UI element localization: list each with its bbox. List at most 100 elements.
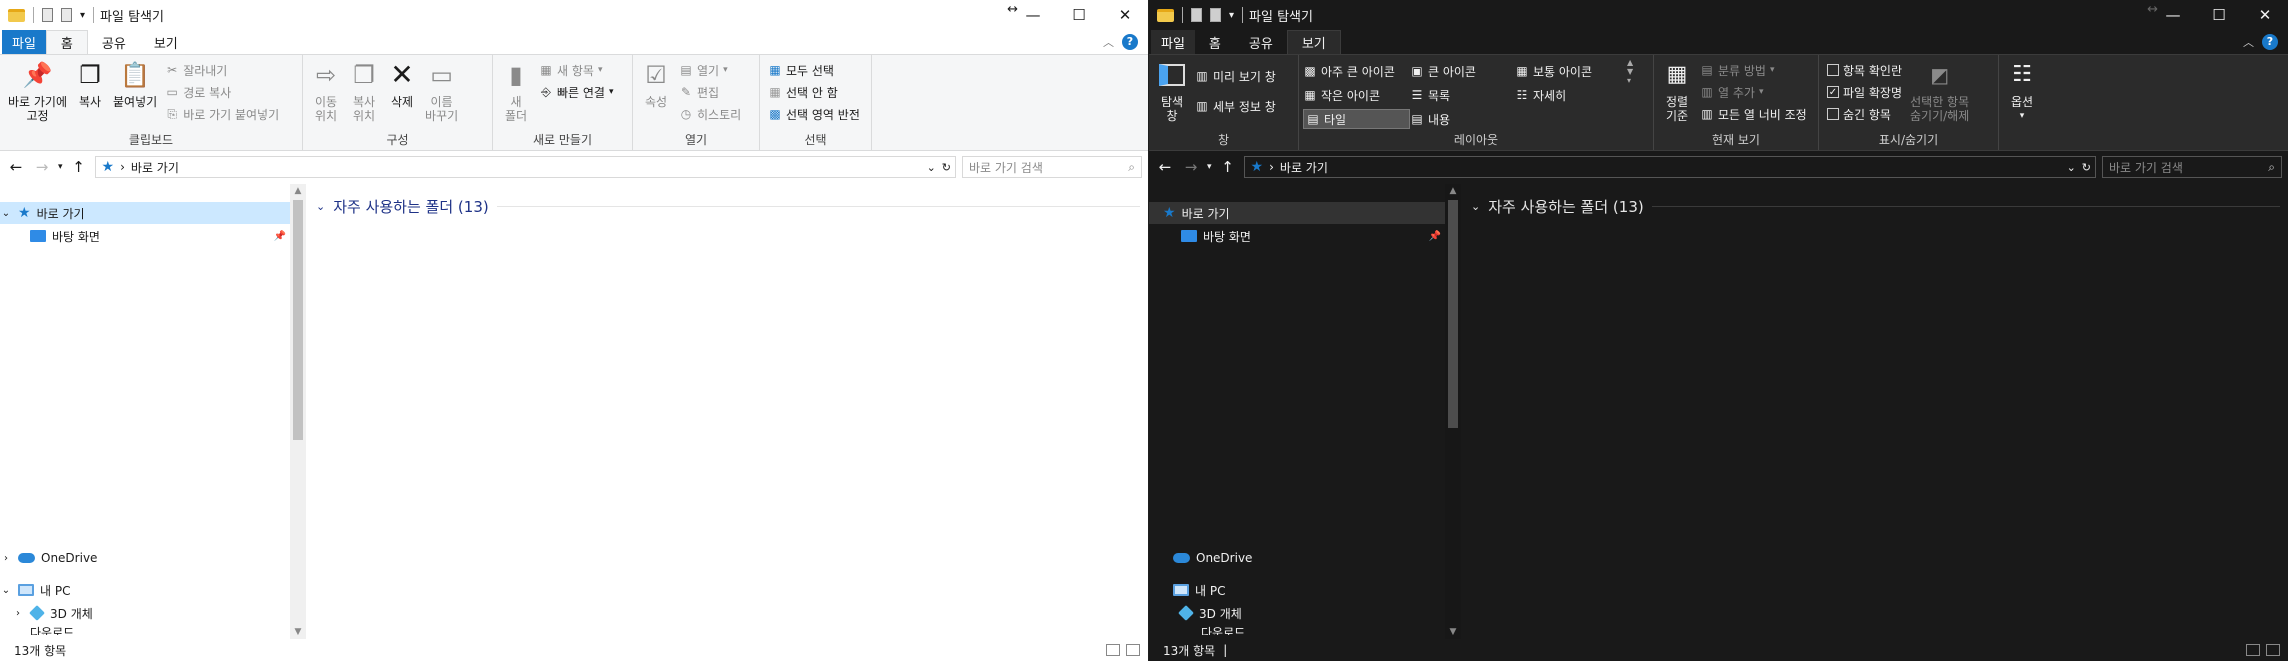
scroll-down-icon[interactable]: ▼ [290,627,306,637]
layout-tiles[interactable]: ▤ 타일 [1303,109,1410,129]
nav-item-desktop[interactable]: 바탕 화면 📌 [1149,225,1445,247]
recent-locations-icon[interactable]: ▾ [58,162,63,172]
group-by-button[interactable]: ▤ 분류 방법 ▾ [1700,60,1807,80]
layout-medium-icons[interactable]: ▦ 보통 아이콘 [1515,61,1625,81]
delete-button[interactable]: ✕ 삭제 [383,58,421,132]
properties-quick-access-icon[interactable] [42,8,53,22]
chevron-down-icon[interactable]: ⌄ [316,200,325,213]
copy-path-button[interactable]: ▭ 경로 복사 [165,82,279,102]
copy-button[interactable]: ❐ 복사 [71,58,109,132]
large-icons-view-icon[interactable] [2266,644,2280,656]
tab-view[interactable]: 보기 [1286,30,1341,54]
help-icon[interactable]: ? [1122,34,1138,50]
frequent-folders-header[interactable]: ⌄ 자주 사용하는 폴더 (13) [316,196,1140,217]
nav-item-this-pc[interactable]: 내 PC [1149,579,1445,601]
close-button[interactable]: ✕ [2242,0,2288,30]
nav-scrollbar[interactable]: ▲ ▼ [1445,184,1461,639]
back-arrow-icon[interactable]: ← [6,158,26,176]
scroll-down-icon[interactable]: ▼ [1445,627,1461,637]
layout-large-icons[interactable]: ▣ 큰 아이콘 [1410,61,1515,81]
copy-to-button[interactable]: ❐ 복사 위치 [345,58,383,132]
layout-list[interactable]: ☰ 목록 [1410,85,1515,105]
history-button[interactable]: ◷ 히스토리 [679,104,741,124]
scrollbar-thumb[interactable] [1448,200,1458,428]
nav-item-quick-access[interactable]: ★ 바로 가기 [1149,202,1445,224]
item-checkboxes-toggle[interactable]: 항목 확인란 [1827,60,1902,80]
gallery-down-icon[interactable]: ▼ [1627,67,1633,76]
back-arrow-icon[interactable]: ← [1155,158,1175,176]
pin-quick-access-button[interactable]: 📌 바로 가기에 고정 [4,58,71,132]
sort-by-button[interactable]: ▦ 정렬 기준 [1658,58,1696,132]
nav-item-3d-objects[interactable]: › 3D 개체 [0,602,290,624]
help-icon[interactable]: ? [2262,34,2278,50]
tab-file[interactable]: 파일 [2,30,46,54]
content-pane[interactable]: ⌄ 자주 사용하는 폴더 (13) [1461,184,2288,639]
gallery-up-icon[interactable]: ▲ [1627,58,1633,67]
refresh-icon[interactable]: ↻ [2082,161,2091,174]
nav-item-downloads[interactable]: 다운로드 [1149,624,1445,635]
forward-arrow-icon[interactable]: → [1181,158,1201,176]
properties-button[interactable]: ☑ 속성 [637,58,675,132]
move-to-button[interactable]: ⇨ 이동 위치 [307,58,345,132]
nav-item-3d-objects[interactable]: 3D 개체 [1149,602,1445,624]
navigation-pane-button[interactable]: 탐색 창 [1153,58,1191,132]
cut-button[interactable]: ✂ 잘라내기 [165,60,279,80]
details-pane-button[interactable]: ▥ 세부 정보 창 [1195,96,1276,116]
checkbox-unchecked-icon[interactable] [1827,64,1839,76]
collapse-ribbon-icon[interactable]: ︿ [1103,34,1114,50]
invert-selection-button[interactable]: ▩ 선택 영역 반전 [768,104,860,124]
frequent-folders-header[interactable]: ⌄ 자주 사용하는 폴더 (13) [1471,196,2280,217]
tab-file[interactable]: 파일 [1151,30,1195,54]
nav-item-quick-access[interactable]: ⌄ ★ 바로 가기 [0,202,290,224]
minimize-button[interactable]: — [1010,0,1056,30]
up-arrow-icon[interactable]: ↑ [1218,158,1238,176]
checkbox-unchecked-icon[interactable] [1827,108,1839,120]
maximize-button[interactable]: ☐ [2196,0,2242,30]
address-bar[interactable]: ★ › 바로 가기 ⌄ ↻ [1243,156,2096,178]
search-input[interactable]: 바로 가기 검색 ⌕ [962,156,1142,178]
preview-pane-button[interactable]: ▥ 미리 보기 창 [1195,66,1276,86]
easy-access-button[interactable]: ⎆ 빠른 연결 ▾ [539,82,613,102]
tab-home[interactable]: 홈 [45,30,88,54]
new-folder-quick-access-icon[interactable] [61,8,72,22]
customize-quick-access-icon[interactable]: ▾ [80,10,85,21]
close-button[interactable]: ✕ [1102,0,1148,30]
open-button[interactable]: ▤ 열기 ▾ [679,60,741,80]
chevron-down-icon[interactable]: ⌄ [0,208,12,219]
hide-selected-button[interactable]: ◩ 선택한 항목 숨기기/해제 [1906,58,1973,132]
new-folder-quick-access-icon[interactable] [1210,8,1221,22]
up-arrow-icon[interactable]: ↑ [69,158,89,176]
nav-item-onedrive[interactable]: › OneDrive [0,547,290,569]
hidden-items-toggle[interactable]: 숨긴 항목 [1827,104,1902,124]
maximize-button[interactable]: ☐ [1056,0,1102,30]
scroll-up-icon[interactable]: ▲ [1445,186,1461,196]
tab-share[interactable]: 공유 [1235,30,1287,54]
address-dropdown-icon[interactable]: ⌄ [2067,161,2076,174]
layout-gallery-scroll[interactable]: ▲ ▼ ▾ [1625,58,1633,132]
nav-item-downloads[interactable]: 다운로드 [0,624,290,635]
layout-small-icons[interactable]: ▦ 작은 아이콘 [1303,85,1410,105]
new-folder-button[interactable]: ▮ 새 폴더 [497,58,535,132]
details-view-icon[interactable] [1106,644,1120,656]
recent-locations-icon[interactable]: ▾ [1207,162,1212,172]
large-icons-view-icon[interactable] [1126,644,1140,656]
minimize-button[interactable]: — [2150,0,2196,30]
details-view-icon[interactable] [2246,644,2260,656]
nav-item-this-pc[interactable]: ⌄ 내 PC [0,579,290,601]
select-all-button[interactable]: ▦ 모두 선택 [768,60,860,80]
layout-content[interactable]: ▤ 내용 [1410,109,1515,129]
tab-view[interactable]: 보기 [140,30,192,54]
new-item-button[interactable]: ▦ 새 항목 ▾ [539,60,614,80]
scroll-up-icon[interactable]: ▲ [290,186,306,196]
chevron-right-icon[interactable]: › [0,553,12,564]
layout-extra-large-icons[interactable]: ▩ 아주 큰 아이콘 [1303,61,1410,81]
file-extensions-toggle[interactable]: ✓ 파일 확장명 [1827,82,1902,102]
add-columns-button[interactable]: ▥ 열 추가 ▾ [1700,82,1807,102]
layout-details[interactable]: ☷ 자세히 [1515,85,1625,105]
paste-shortcut-button[interactable]: ⎘ 바로 가기 붙여넣기 [165,104,279,124]
properties-quick-access-icon[interactable] [1191,8,1202,22]
nav-item-desktop[interactable]: 바탕 화면 📌 [0,225,290,247]
options-button[interactable]: ☷ 옵션 ▾ [2003,58,2041,132]
content-pane[interactable]: ⌄ 자주 사용하는 폴더 (13) [306,184,1148,639]
refresh-icon[interactable]: ↻ [942,161,951,174]
